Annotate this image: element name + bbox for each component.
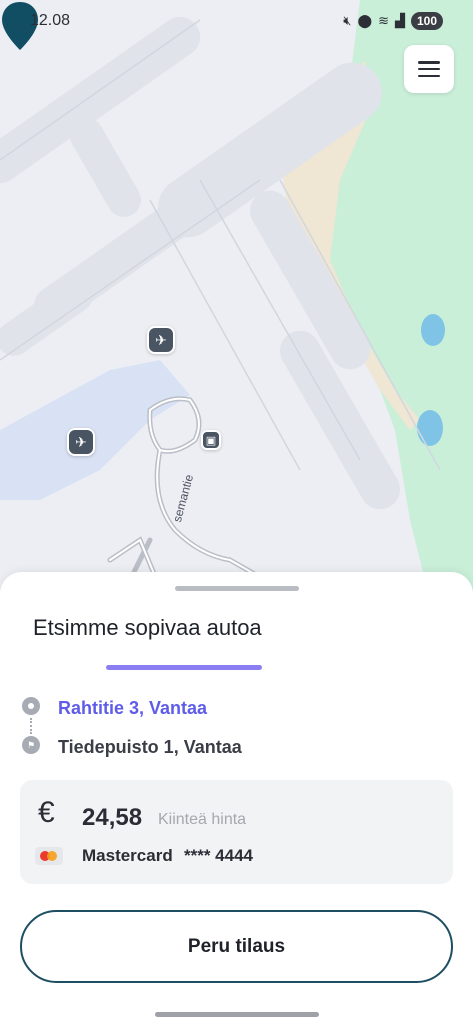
status-time: 12.08 [30,12,71,29]
status-icons: 🔇︎ ⬤ ≋ ▟ 100 [343,12,443,30]
mute-icon: 🔇︎ [343,13,352,28]
location-icon: ⬤ [357,13,373,28]
mastercard-icon [35,847,63,865]
wifi-icon: ≋ [378,13,389,28]
sheet-title: Etsimme sopivaa autoa [33,615,262,640]
destination-address[interactable]: Tiedepuisto 1, Vantaa [58,737,242,758]
price-value: 24,58 [82,804,143,831]
cancel-order-button[interactable]: Peru tilaus [20,910,453,983]
card-brand: Mastercard [82,846,173,865]
train-icon[interactable]: ▣ [201,430,221,450]
menu-button[interactable] [404,45,454,93]
pickup-address[interactable]: Rahtitie 3, Vantaa [58,698,207,719]
sheet-grabber[interactable] [175,586,299,591]
map-canvas [0,0,473,600]
price-type: Kiinteä hinta [158,811,247,828]
home-indicator[interactable] [155,1012,319,1017]
airport-icon[interactable]: ✈ [147,326,175,354]
map-view[interactable]: ✈ ✈ ▣ semantie [0,0,473,600]
search-progress-bar [106,665,262,670]
battery-indicator: 100 [410,12,443,30]
airport-icon[interactable]: ✈ [67,428,95,456]
signal-icon: ▟ [394,13,405,28]
card-number: **** 4444 [184,846,254,865]
payment-card[interactable]: € 24,58 Kiinteä hinta Mastercard **** 44… [20,780,453,884]
hamburger-menu-icon [418,61,440,77]
bottom-sheet: Etsimme sopivaa autoa ⚑ Rahtitie 3, Vant… [0,572,473,1024]
destination-flag-icon: ⚑ [22,736,40,754]
pickup-dot-icon [22,697,40,715]
euro-icon: € [38,796,55,829]
route-connector [30,718,32,734]
status-bar: 12.08 🔇︎ ⬤ ≋ ▟ 100 [0,0,473,42]
